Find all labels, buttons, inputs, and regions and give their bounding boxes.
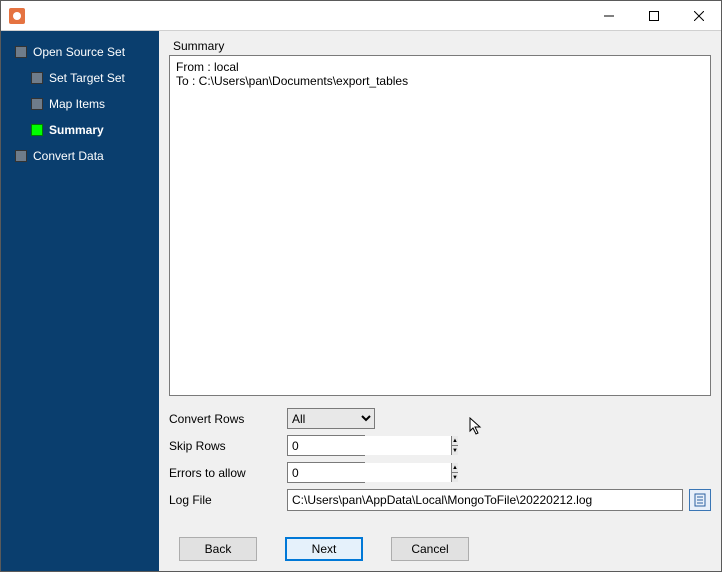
sidebar-item-label: Set Target Set: [49, 71, 125, 85]
sidebar: Open Source Set Set Target Set Map Items Su…: [1, 31, 159, 571]
sidebar-item-label: Summary: [49, 123, 104, 137]
sidebar-item-summary[interactable]: Summary: [1, 117, 159, 143]
sidebar-item-label: Map Items: [49, 97, 105, 111]
content-area: Open Source Set Set Target Set Map Items Su…: [1, 31, 721, 571]
titlebar: [1, 1, 721, 31]
step-status-icon: [15, 150, 27, 162]
section-title: Summary: [173, 39, 711, 53]
app-icon: [9, 8, 25, 24]
step-status-icon: [15, 46, 27, 58]
logfile-label: Log File: [169, 493, 287, 507]
minimize-button[interactable]: [586, 1, 631, 31]
next-button[interactable]: Next: [285, 537, 363, 561]
spinner-up-icon[interactable]: ▲: [452, 436, 458, 446]
errors-label: Errors to allow: [169, 466, 287, 480]
step-status-icon: [31, 98, 43, 110]
sidebar-item-label: Open Source Set: [33, 45, 125, 59]
browse-log-button[interactable]: [689, 489, 711, 511]
errors-input[interactable]: [288, 463, 451, 482]
close-button[interactable]: [676, 1, 721, 31]
skip-rows-spinner[interactable]: ▲ ▼: [287, 435, 365, 456]
skip-rows-input[interactable]: [288, 436, 451, 455]
spinner-down-icon[interactable]: ▼: [452, 446, 458, 455]
sidebar-item-label: Convert Data: [33, 149, 104, 163]
document-icon: [693, 493, 707, 507]
sidebar-item-convert-data[interactable]: Convert Data: [1, 143, 159, 169]
form-area: Convert Rows All Skip Rows ▲ ▼ Errors to…: [169, 408, 711, 517]
step-status-icon: [31, 72, 43, 84]
step-status-icon: [31, 124, 43, 136]
back-button[interactable]: Back: [179, 537, 257, 561]
cancel-button[interactable]: Cancel: [391, 537, 469, 561]
maximize-button[interactable]: [631, 1, 676, 31]
sidebar-item-map-items[interactable]: Map Items: [1, 91, 159, 117]
spinner-down-icon[interactable]: ▼: [452, 473, 458, 482]
spinner-up-icon[interactable]: ▲: [452, 463, 458, 473]
sidebar-item-set-target-set[interactable]: Set Target Set: [1, 65, 159, 91]
skip-rows-label: Skip Rows: [169, 439, 287, 453]
main-panel: Summary From : local To : C:\Users\pan\D…: [159, 31, 721, 571]
summary-text: From : local To : C:\Users\pan\Documents…: [169, 55, 711, 396]
button-bar: Back Next Cancel: [169, 537, 711, 561]
sidebar-item-open-source-set[interactable]: Open Source Set: [1, 39, 159, 65]
errors-spinner[interactable]: ▲ ▼: [287, 462, 365, 483]
convert-rows-label: Convert Rows: [169, 412, 287, 426]
convert-rows-select[interactable]: All: [287, 408, 375, 429]
logfile-input[interactable]: [287, 489, 683, 511]
